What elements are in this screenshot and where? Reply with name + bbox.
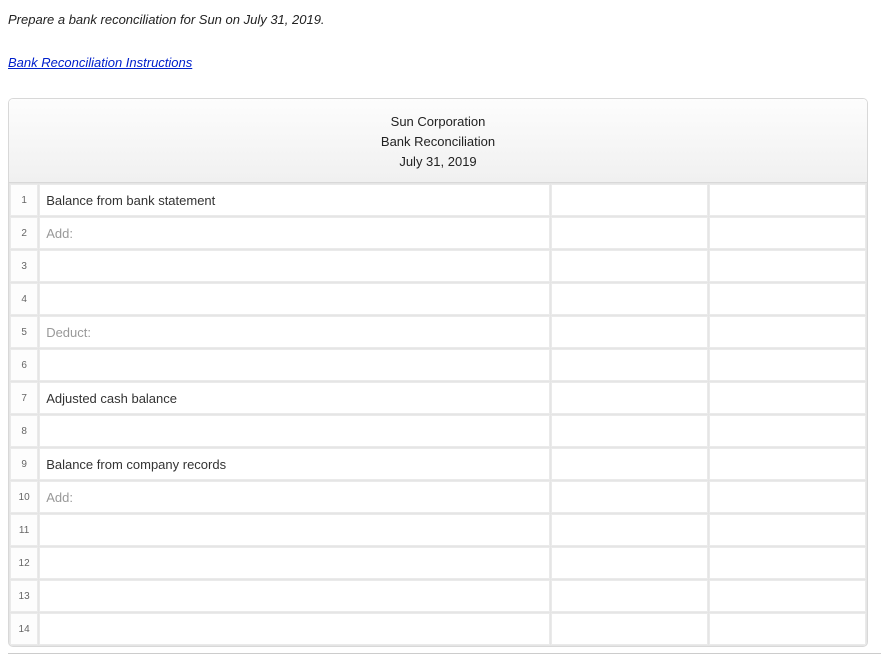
row-number: 4: [10, 283, 38, 315]
amount-cell-2[interactable]: [709, 613, 866, 645]
amount-cell-1[interactable]: [551, 184, 708, 216]
amount-cell-1[interactable]: [551, 316, 708, 348]
row-number: 11: [10, 514, 38, 546]
row-number: 8: [10, 415, 38, 447]
amount-cell-2[interactable]: [709, 580, 866, 612]
table-row: 12: [10, 547, 866, 579]
description-cell[interactable]: Balance from company records: [39, 448, 550, 480]
description-cell[interactable]: [39, 514, 550, 546]
table-row: 11: [10, 514, 866, 546]
footer-divider: [8, 653, 881, 654]
table-row: 5Deduct:: [10, 316, 866, 348]
table-row: 6: [10, 349, 866, 381]
amount-cell-1[interactable]: [551, 514, 708, 546]
table-row: 13: [10, 580, 866, 612]
reconciliation-sheet: Sun Corporation Bank Reconciliation July…: [8, 98, 868, 647]
amount-cell-2[interactable]: [709, 217, 866, 249]
row-number: 1: [10, 184, 38, 216]
sheet-header: Sun Corporation Bank Reconciliation July…: [9, 99, 867, 183]
amount-cell-1[interactable]: [551, 217, 708, 249]
amount-cell-1[interactable]: [551, 580, 708, 612]
amount-cell-2[interactable]: [709, 184, 866, 216]
row-number: 10: [10, 481, 38, 513]
amount-cell-2[interactable]: [709, 283, 866, 315]
amount-cell-2[interactable]: [709, 349, 866, 381]
table-row: 1Balance from bank statement: [10, 184, 866, 216]
description-cell[interactable]: [39, 547, 550, 579]
amount-cell-1[interactable]: [551, 448, 708, 480]
row-number: 13: [10, 580, 38, 612]
row-number: 12: [10, 547, 38, 579]
amount-cell-1[interactable]: [551, 547, 708, 579]
reconciliation-table: 1Balance from bank statement2Add:345Dedu…: [9, 183, 867, 646]
table-row: 7Adjusted cash balance: [10, 382, 866, 414]
sheet-date: July 31, 2019: [9, 154, 867, 169]
amount-cell-1[interactable]: [551, 481, 708, 513]
description-cell[interactable]: [39, 283, 550, 315]
description-cell[interactable]: Add:: [39, 481, 550, 513]
description-cell[interactable]: [39, 613, 550, 645]
description-cell[interactable]: Balance from bank statement: [39, 184, 550, 216]
table-row: 3: [10, 250, 866, 282]
description-cell[interactable]: [39, 349, 550, 381]
table-row: 4: [10, 283, 866, 315]
amount-cell-1[interactable]: [551, 382, 708, 414]
amount-cell-1[interactable]: [551, 283, 708, 315]
row-number: 7: [10, 382, 38, 414]
row-number: 6: [10, 349, 38, 381]
amount-cell-2[interactable]: [709, 448, 866, 480]
table-row: 9Balance from company records: [10, 448, 866, 480]
amount-cell-1[interactable]: [551, 613, 708, 645]
description-cell[interactable]: [39, 250, 550, 282]
company-name: Sun Corporation: [9, 114, 867, 129]
amount-cell-2[interactable]: [709, 415, 866, 447]
amount-cell-2[interactable]: [709, 514, 866, 546]
sheet-title: Bank Reconciliation: [9, 134, 867, 149]
description-cell[interactable]: Add:: [39, 217, 550, 249]
row-number: 5: [10, 316, 38, 348]
amount-cell-1[interactable]: [551, 250, 708, 282]
row-number: 3: [10, 250, 38, 282]
amount-cell-2[interactable]: [709, 250, 866, 282]
row-number: 2: [10, 217, 38, 249]
amount-cell-2[interactable]: [709, 547, 866, 579]
table-row: 10Add:: [10, 481, 866, 513]
row-number: 9: [10, 448, 38, 480]
description-cell[interactable]: Deduct:: [39, 316, 550, 348]
description-cell[interactable]: Adjusted cash balance: [39, 382, 550, 414]
row-number: 14: [10, 613, 38, 645]
amount-cell-1[interactable]: [551, 349, 708, 381]
amount-cell-2[interactable]: [709, 316, 866, 348]
amount-cell-1[interactable]: [551, 415, 708, 447]
table-row: 14: [10, 613, 866, 645]
instructions-link[interactable]: Bank Reconciliation Instructions: [8, 55, 192, 70]
problem-instruction: Prepare a bank reconciliation for Sun on…: [8, 12, 881, 27]
description-cell[interactable]: [39, 580, 550, 612]
description-cell[interactable]: [39, 415, 550, 447]
table-row: 2Add:: [10, 217, 866, 249]
table-row: 8: [10, 415, 866, 447]
amount-cell-2[interactable]: [709, 382, 866, 414]
amount-cell-2[interactable]: [709, 481, 866, 513]
